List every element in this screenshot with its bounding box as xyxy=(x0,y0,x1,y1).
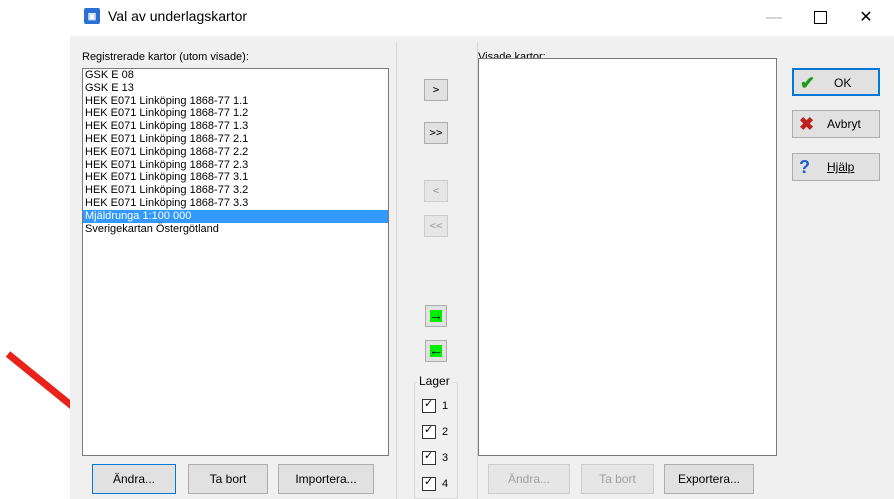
remove-layer-button[interactable]: ← xyxy=(425,340,447,362)
help-button[interactable]: ? Hjälp xyxy=(792,153,880,181)
arrow-left-icon: ← xyxy=(429,342,443,358)
dialog-window: ▣ Val av underlagskartor — ✕ Registrerad… xyxy=(70,0,894,499)
list-item[interactable]: HEK E071 Linköping 1868-77 3.3 xyxy=(83,197,388,210)
list-item[interactable]: HEK E071 Linköping 1868-77 2.1 xyxy=(83,133,388,146)
list-item[interactable]: Sverigekartan Östergötland xyxy=(83,223,388,236)
remove-button[interactable]: Ta bort xyxy=(188,464,268,494)
title-bar: ▣ Val av underlagskartor — ✕ xyxy=(70,0,894,36)
list-item[interactable]: HEK E071 Linköping 1868-77 3.1 xyxy=(83,171,388,184)
add-layer-button[interactable]: → xyxy=(425,305,447,327)
list-item[interactable]: HEK E071 Linköping 1868-77 1.1 xyxy=(83,95,388,108)
layer-label: 1 xyxy=(442,399,449,412)
minimize-button[interactable]: — xyxy=(751,0,797,36)
map-app-icon: ▣ xyxy=(84,8,100,24)
window-title: Val av underlagskartor xyxy=(108,8,248,24)
move-all-left-button[interactable]: << xyxy=(424,215,448,237)
layers-title: Lager xyxy=(417,374,452,388)
move-one-left-button[interactable]: < xyxy=(424,180,448,202)
check-icon: ✓ xyxy=(424,475,434,488)
close-button[interactable]: ✕ xyxy=(843,0,889,36)
layer-checkbox-3[interactable]: ✓ 3 xyxy=(422,450,448,466)
maximize-icon xyxy=(813,11,827,25)
check-icon: ✓ xyxy=(424,397,434,410)
list-item[interactable]: GSK E 08 xyxy=(83,69,388,82)
help-question-icon: ? xyxy=(799,157,810,177)
layer-label: 3 xyxy=(442,451,449,464)
layer-checkbox-1[interactable]: ✓ 1 xyxy=(422,398,448,414)
cancel-x-icon: ✖ xyxy=(799,114,815,134)
layer-checkbox-2[interactable]: ✓ 2 xyxy=(422,424,448,440)
list-item[interactable]: HEK E071 Linköping 1868-77 1.3 xyxy=(83,120,388,133)
checkbox[interactable]: ✓ xyxy=(422,449,436,465)
checkbox[interactable]: ✓ xyxy=(422,397,436,413)
export-button[interactable]: Exportera... xyxy=(664,464,754,494)
edit-button[interactable]: Ändra... xyxy=(92,464,176,494)
remove-shown-button[interactable]: Ta bort xyxy=(581,464,654,494)
import-button[interactable]: Importera... xyxy=(278,464,374,494)
arrow-right-icon: → xyxy=(429,307,443,323)
checkmark-icon: ✔ xyxy=(800,73,816,93)
layer-label: 2 xyxy=(442,425,449,438)
check-icon: ✓ xyxy=(424,423,434,436)
checkbox[interactable]: ✓ xyxy=(422,423,436,439)
list-item[interactable]: HEK E071 Linköping 1868-77 2.2 xyxy=(83,146,388,159)
layer-label: 4 xyxy=(442,477,449,490)
move-all-right-button[interactable]: >> xyxy=(424,122,448,144)
list-item[interactable]: HEK E071 Linköping 1868-77 2.3 xyxy=(83,159,388,172)
list-item[interactable]: GSK E 13 xyxy=(83,82,388,95)
maximize-button[interactable] xyxy=(797,0,843,36)
registered-maps-label: Registrerade kartor (utom visade): xyxy=(82,51,249,63)
list-item[interactable]: HEK E071 Linköping 1868-77 1.2 xyxy=(83,107,388,120)
list-item[interactable]: Mjäldrunga 1:100 000 xyxy=(83,209,388,223)
list-item[interactable]: HEK E071 Linköping 1868-77 3.2 xyxy=(83,184,388,197)
ok-button[interactable]: ✔ OK xyxy=(792,68,880,96)
registered-maps-list[interactable]: GSK E 08 GSK E 13 HEK E071 Linköping 1868-… xyxy=(82,68,389,456)
ok-label: OK xyxy=(834,76,852,90)
checkbox[interactable]: ✓ xyxy=(422,475,436,491)
cancel-button[interactable]: ✖ Avbryt xyxy=(792,110,880,138)
layer-checkbox-4[interactable]: ✓ 4 xyxy=(422,476,448,492)
check-icon: ✓ xyxy=(424,449,434,462)
shown-maps-list[interactable] xyxy=(478,58,777,456)
help-label: Hjälp xyxy=(827,160,855,174)
cancel-label: Avbryt xyxy=(827,117,861,131)
move-one-right-button[interactable]: > xyxy=(424,79,448,101)
edit-shown-button[interactable]: Ändra... xyxy=(488,464,570,494)
